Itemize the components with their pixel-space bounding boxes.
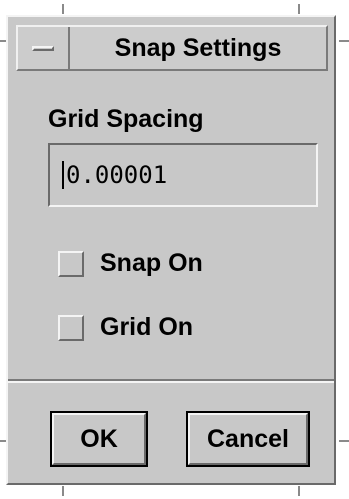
snap-on-toggle[interactable] [58,250,84,277]
frame-resize-tick [62,4,64,14]
frame-resize-tick [339,40,349,42]
ok-button[interactable]: OK [50,411,148,467]
frame-resize-tick [339,440,349,442]
dialog-title: Snap Settings [114,34,282,62]
grid-spacing-label: Grid Spacing [48,105,204,133]
frame-resize-tick [298,4,300,14]
grid-on-checkbox[interactable]: Grid On [58,313,193,342]
text-cursor-icon [62,161,64,189]
grid-on-label: Grid On [100,313,194,341]
title-bar[interactable]: Snap Settings [16,25,328,71]
grid-spacing-input[interactable]: 0.00001 [48,143,318,207]
window-menu-button[interactable] [18,27,70,69]
grid-spacing-value: 0.00001 [66,161,168,189]
snap-settings-dialog: Snap Settings Grid Spacing 0.00001 Snap … [6,15,336,485]
grid-on-toggle[interactable] [58,314,84,341]
divider [8,379,334,383]
frame-resize-tick [62,486,64,496]
frame-resize-tick [298,486,300,496]
window-menu-icon [32,45,54,51]
snap-on-label: Snap On [100,249,203,277]
cancel-button[interactable]: Cancel [186,411,310,467]
snap-on-checkbox[interactable]: Snap On [58,249,203,278]
